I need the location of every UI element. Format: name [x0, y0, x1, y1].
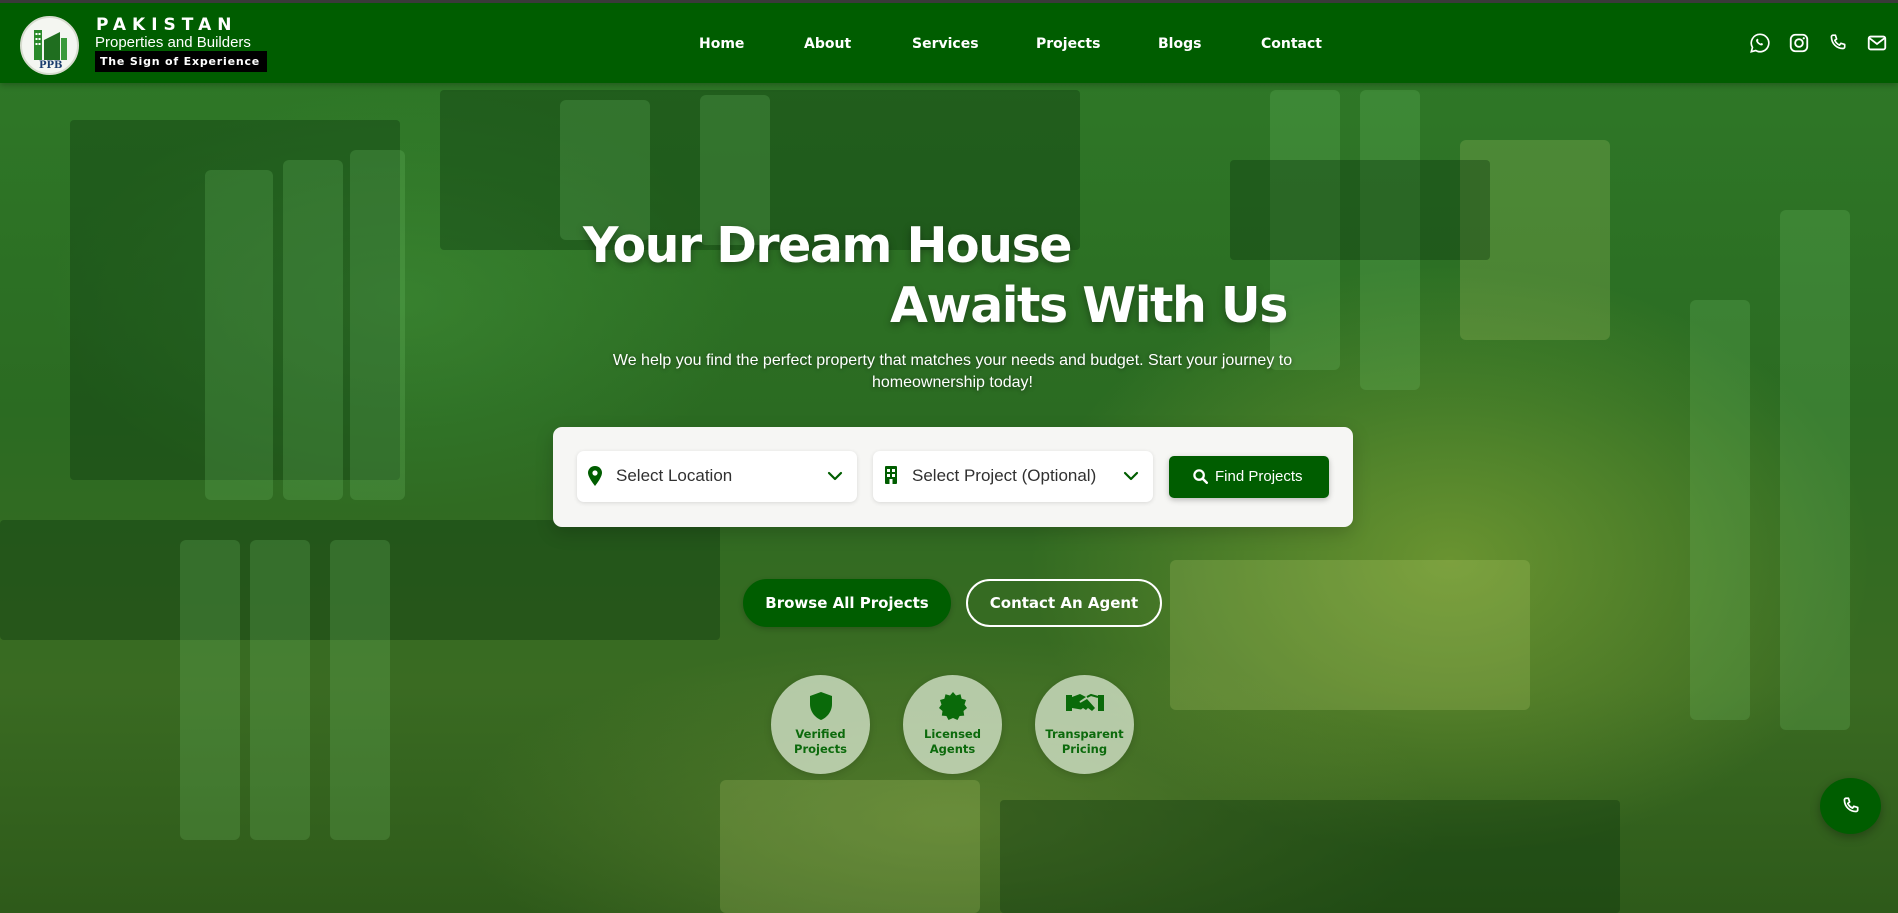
hero-headline-line2: Awaits With Us	[890, 277, 1288, 334]
instagram-icon[interactable]	[1788, 32, 1810, 54]
mail-icon[interactable]	[1866, 32, 1888, 54]
feature-line1: Transparent	[1045, 727, 1124, 741]
map-pin-icon	[588, 466, 602, 486]
browse-all-projects-button[interactable]: Browse All Projects	[743, 579, 951, 627]
handshake-icon	[1065, 693, 1104, 711]
contact-agent-button[interactable]: Contact An Agent	[966, 579, 1162, 627]
svg-text:PPB: PPB	[39, 60, 63, 70]
chevron-down-icon	[1123, 471, 1139, 481]
location-select[interactable]: Select Location	[577, 451, 857, 502]
brand-title: PAKISTAN	[96, 15, 238, 35]
building-icon	[885, 466, 897, 484]
feature-line2: Pricing	[1061, 742, 1108, 756]
search-icon	[1193, 469, 1208, 484]
brand-tagline: The Sign of Experience	[95, 51, 267, 72]
top-navigation-bar: PPB PAKISTAN Properties and Builders The…	[0, 0, 1898, 83]
feature-line1: Verified	[795, 727, 846, 741]
hero-subtext: We help you find the perfect property th…	[612, 352, 1293, 391]
find-projects-button[interactable]: Find Projects	[1169, 456, 1329, 498]
nav-contact[interactable]: Contact	[1261, 36, 1322, 52]
feature-licensed-agents: Licensed Agents	[903, 675, 1002, 774]
location-select-label: Select Location	[616, 466, 733, 485]
brand-subtitle: Properties and Builders	[95, 34, 251, 51]
hero-headline-line1: Your Dream House	[583, 217, 1072, 274]
feature-line2: Projects	[794, 742, 847, 756]
nav-about[interactable]: About	[804, 36, 851, 52]
floating-call-button[interactable]	[1820, 778, 1881, 834]
project-select-label: Select Project (Optional)	[912, 466, 1097, 485]
find-projects-label: Find Projects	[1215, 468, 1303, 485]
feature-line1: Licensed	[924, 727, 981, 741]
project-select[interactable]: Select Project (Optional)	[873, 451, 1153, 502]
nav-projects[interactable]: Projects	[1036, 36, 1100, 52]
phone-icon[interactable]	[1827, 32, 1849, 54]
whatsapp-icon[interactable]	[1749, 32, 1771, 54]
seal-badge-icon	[938, 692, 967, 720]
feature-transparent-pricing: Transparent Pricing	[1035, 675, 1134, 774]
brand-logo[interactable]: PPB	[20, 16, 79, 75]
nav-services[interactable]: Services	[912, 36, 979, 52]
search-panel: Select Location Select Project (Optional…	[553, 427, 1353, 527]
feature-line2: Agents	[929, 742, 976, 756]
nav-blogs[interactable]: Blogs	[1158, 36, 1201, 52]
nav-home[interactable]: Home	[699, 36, 744, 52]
feature-verified-projects: Verified Projects	[771, 675, 870, 774]
phone-icon	[1843, 797, 1859, 813]
building-logo-icon: PPB	[34, 30, 67, 70]
chevron-down-icon	[827, 471, 843, 481]
shield-icon	[809, 692, 832, 720]
